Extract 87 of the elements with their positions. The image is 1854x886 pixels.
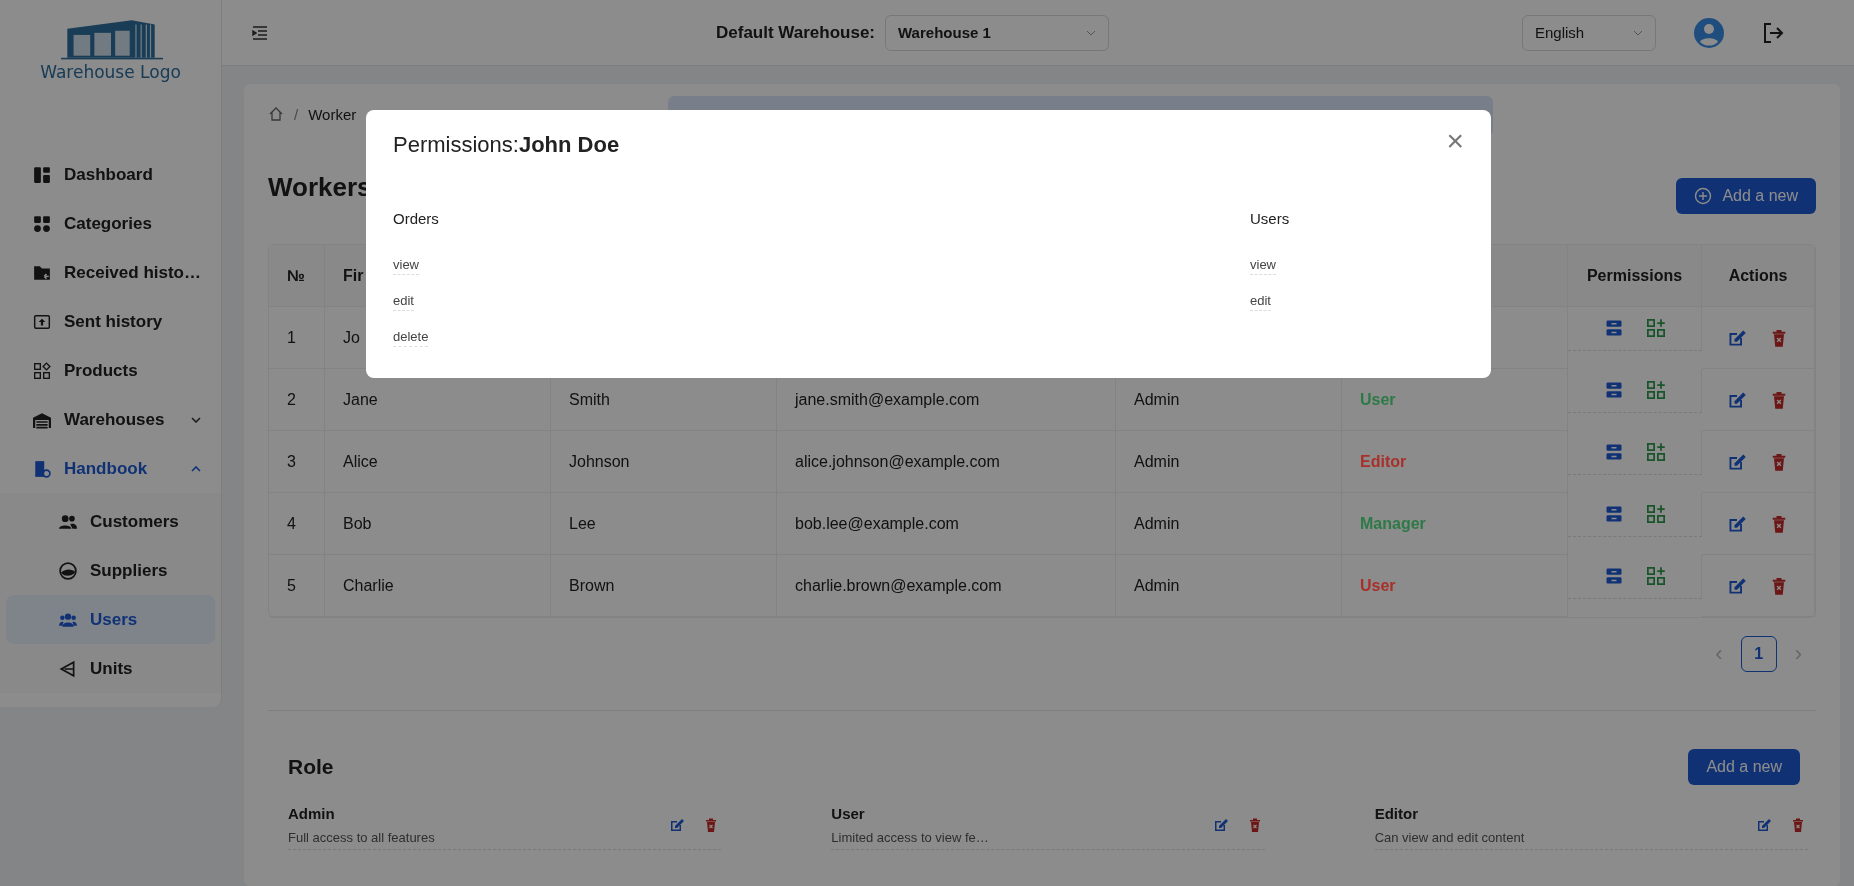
logout-icon[interactable] (1762, 21, 1784, 44)
table-cell: 5 (269, 555, 325, 617)
close-button[interactable]: × (1446, 126, 1464, 156)
logo-text: Warehouse Logo (40, 62, 181, 82)
grid-plus-icon[interactable] (1645, 565, 1666, 586)
dialog-title: Permissions:John Doe (393, 132, 620, 158)
avatar-icon[interactable] (1694, 17, 1724, 48)
role-label: User (1360, 390, 1396, 409)
role-name: Editor (1374, 805, 1419, 822)
upload-box-icon (33, 312, 51, 331)
chevron-down-icon (1633, 29, 1643, 36)
table-cell: Johnson (551, 431, 777, 493)
section-title: Role (288, 755, 334, 779)
permission-group-title: Users (1250, 210, 1290, 227)
sidebar-item[interactable]: Handbook (0, 444, 221, 493)
grid-plus-icon[interactable] (1645, 503, 1666, 524)
sidebar-item[interactable]: Dashboard (0, 150, 221, 199)
table-cell: Lee (551, 493, 777, 555)
sidebar-item[interactable]: Units (6, 644, 215, 693)
section-title: Workers (268, 171, 372, 203)
grid-icon (33, 214, 51, 233)
table-cell: Alice (325, 431, 551, 493)
home-icon[interactable] (268, 106, 284, 122)
role-name: Admin (288, 805, 336, 822)
edit-icon[interactable] (1212, 817, 1229, 833)
permission-item[interactable]: view (1250, 257, 1276, 275)
role-label: Editor (1360, 452, 1407, 471)
permission-item[interactable]: view (393, 257, 419, 275)
edit-icon[interactable] (669, 817, 686, 833)
people-icon (59, 512, 77, 531)
table-cell: 2 (269, 369, 325, 431)
permission-group-title: Orders (393, 210, 439, 227)
table-cell: Admin (1116, 555, 1342, 617)
menu-icon[interactable] (252, 25, 268, 40)
sidebar-item[interactable]: Products (0, 346, 221, 395)
sidebar-item[interactable]: Users (6, 595, 215, 644)
building-gear-icon (33, 459, 51, 478)
grid-plus-icon[interactable] (1645, 441, 1666, 462)
grid-plus-icon[interactable] (1645, 379, 1666, 400)
grid-plus-icon[interactable] (1645, 317, 1666, 338)
page-button[interactable]: 1 (1740, 636, 1777, 672)
permission-item[interactable]: delete (393, 329, 429, 347)
add-new-button[interactable]: Add a new (1688, 749, 1800, 785)
trash-icon[interactable] (1790, 817, 1806, 833)
language-select[interactable]: English (1522, 14, 1656, 51)
table-cell: charlie.brown@example.com (777, 555, 1116, 617)
shapes-icon (33, 361, 51, 380)
table-cell: Admin (1116, 431, 1342, 493)
globe-icon (59, 561, 77, 580)
garage-icon (33, 410, 51, 429)
role-name: User (831, 805, 866, 822)
column-header: Permissions (1568, 245, 1702, 307)
sidebar-item[interactable]: Suppliers (6, 546, 215, 595)
table-cell: alice.johnson@example.com (777, 431, 1116, 493)
table-cell: 4 (269, 493, 325, 555)
sidebar-item[interactable]: Sent history (0, 297, 221, 346)
sidebar-item[interactable]: Warehouses (0, 395, 221, 444)
role-description: Limited access to view fe… (831, 830, 989, 845)
breadcrumb-item[interactable]: Worker (308, 105, 357, 123)
table-cell: Brown (551, 555, 777, 617)
table-cell: Bob (325, 493, 551, 555)
permission-item[interactable]: edit (1250, 293, 1271, 311)
unity-icon (59, 659, 77, 678)
table-cell: Charlie (325, 555, 551, 617)
role-label: Manager (1360, 514, 1426, 533)
role-description: Full access to all features (288, 830, 435, 845)
sidebar-item[interactable]: Received histo… (0, 248, 221, 297)
sidebar-item[interactable]: Categories (0, 199, 221, 248)
sidebar-item[interactable]: Customers (6, 497, 215, 546)
table-cell: Admin (1116, 493, 1342, 555)
chevron-down-icon (1086, 29, 1096, 36)
column-header: Actions (1702, 245, 1815, 307)
dashboard-icon (33, 165, 51, 184)
plus-circle-icon (1694, 187, 1713, 205)
role-label: User (1360, 576, 1396, 595)
warehouse-label: Default Warehouse: (716, 22, 875, 43)
edit-icon[interactable] (1756, 817, 1772, 833)
add-new-button[interactable]: Add a new (1676, 178, 1816, 214)
breadcrumb-separator: / (294, 105, 299, 123)
warehouse-select[interactable]: Warehouse 1 (885, 14, 1109, 51)
permission-item[interactable]: edit (393, 293, 414, 311)
column-header: № (269, 245, 325, 307)
table-cell: 1 (269, 307, 325, 369)
folder-icon (33, 263, 51, 282)
role-description: Can view and edit content (1374, 830, 1525, 845)
table-cell: bob.lee@example.com (777, 493, 1116, 555)
table-cell: 3 (269, 431, 325, 493)
